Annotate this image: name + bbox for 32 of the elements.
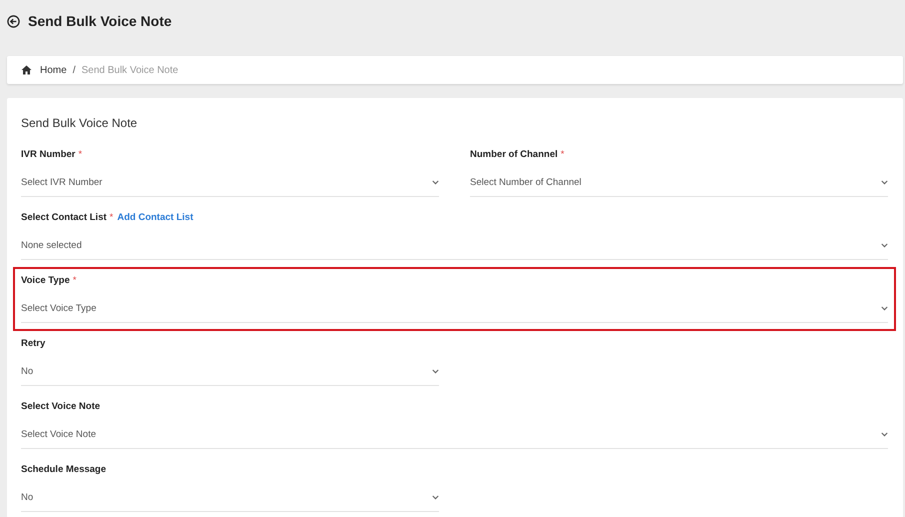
select-field[interactable]: Select Number of Channel bbox=[470, 169, 888, 197]
field-label: Number of Channel bbox=[470, 149, 558, 160]
page-title: Send Bulk Voice Note bbox=[28, 13, 172, 29]
field-label: IVR Number bbox=[21, 149, 76, 160]
select-field[interactable]: Select IVR Number bbox=[21, 169, 439, 197]
chevron-down-icon bbox=[881, 306, 888, 311]
chevron-down-icon bbox=[432, 495, 439, 500]
breadcrumb-separator: / bbox=[72, 64, 76, 76]
required-mark: * bbox=[560, 149, 564, 160]
select-field[interactable]: No bbox=[21, 484, 439, 512]
required-mark: * bbox=[72, 275, 76, 286]
select-field[interactable]: Select Voice Type bbox=[21, 295, 888, 323]
chevron-down-icon bbox=[881, 432, 888, 437]
chevron-down-icon bbox=[881, 243, 888, 248]
breadcrumb-current: Send Bulk Voice Note bbox=[81, 64, 178, 76]
select-field[interactable]: No bbox=[21, 358, 439, 386]
home-icon bbox=[21, 65, 32, 75]
required-mark: * bbox=[78, 149, 82, 160]
field-label: Voice Type bbox=[21, 275, 70, 286]
form-title: Send Bulk Voice Note bbox=[21, 116, 138, 130]
select-field[interactable]: Select Voice Note bbox=[21, 421, 888, 449]
chevron-down-icon bbox=[432, 369, 439, 374]
chevron-down-icon bbox=[881, 180, 888, 185]
field-label: Retry bbox=[21, 338, 46, 349]
chevron-down-icon bbox=[432, 180, 439, 185]
select-field[interactable]: None selected bbox=[21, 232, 888, 260]
required-mark: * bbox=[110, 212, 114, 223]
field-label: Select Contact List bbox=[21, 212, 107, 223]
field-label: Select Voice Note bbox=[21, 401, 100, 412]
field-label: Schedule Message bbox=[21, 464, 106, 475]
breadcrumb-link[interactable]: Home bbox=[40, 64, 67, 76]
add-contact-list-link[interactable]: Add Contact List bbox=[117, 212, 194, 223]
